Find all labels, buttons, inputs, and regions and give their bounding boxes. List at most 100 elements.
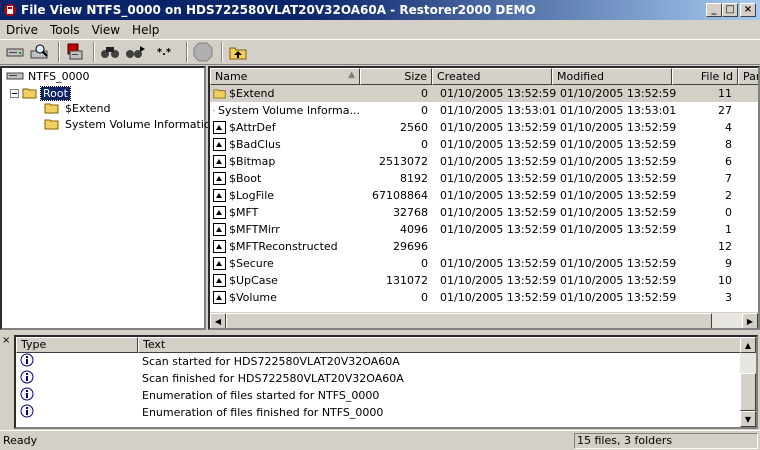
menu-help[interactable]: Help (126, 23, 165, 37)
log-column-text[interactable]: Text (138, 337, 744, 353)
horizontal-scrollbar[interactable]: ◀ ▶ (210, 312, 758, 328)
column-header-created[interactable]: Created (432, 68, 552, 85)
table-row[interactable]: $Boot 8192 01/10/2005 13:52:59 01/10/2005 1… (210, 170, 758, 187)
tree-item-extend[interactable]: $Extend (44, 100, 113, 116)
table-row[interactable]: $MFTReconstructed 29696 12 (210, 238, 758, 255)
menu-view[interactable]: View (86, 23, 126, 37)
log-header: Type Text (16, 337, 744, 353)
cell-modified: 01/10/2005 13:52:59 (560, 291, 677, 304)
find-button[interactable] (99, 41, 121, 63)
cell-size: 0 (421, 87, 428, 100)
cell-size: 32768 (393, 206, 428, 219)
column-header-size[interactable]: Size (360, 68, 432, 85)
minimize-button[interactable]: _ (706, 3, 722, 17)
log-row[interactable]: Scan started for HDS722580VLAT20V32OA60A (16, 353, 400, 370)
table-row[interactable]: System Volume Informa... 0 01/10/2005 13:5… (210, 102, 758, 119)
log-panel[interactable]: Type Text Scan started for HDS722580VLAT… (14, 335, 758, 429)
close-button[interactable]: × (740, 3, 756, 17)
cell-created: 01/10/2005 13:53:01 (440, 104, 557, 117)
log-type-cell (16, 370, 138, 387)
file-name: $Volume (229, 291, 277, 304)
search-drive-icon (30, 44, 48, 59)
cell-size: 0 (421, 257, 428, 270)
folder-icon (44, 103, 59, 114)
tree-drive-label: NTFS_0000 (28, 69, 90, 83)
scroll-right-button[interactable]: ▶ (742, 313, 758, 328)
cell-created: 01/10/2005 13:52:59 (440, 206, 557, 219)
cell-created: 01/10/2005 13:52:59 (440, 223, 557, 236)
table-row[interactable]: $BadClus 0 01/10/2005 13:52:59 01/10/2005 1… (210, 136, 758, 153)
cell-name: $LogFile (210, 189, 360, 202)
scroll-up-button[interactable]: ▲ (740, 337, 756, 353)
cell-name: System Volume Informa... (210, 104, 360, 117)
table-row[interactable]: $Bitmap 2513072 01/10/2005 13:52:59 01/10/2… (210, 153, 758, 170)
log-column-type[interactable]: Type (16, 337, 138, 353)
table-row[interactable]: $Volume 0 01/10/2005 13:52:59 01/10/2005 13… (210, 289, 758, 306)
scroll-left-button[interactable]: ◀ (210, 313, 226, 328)
maximize-button[interactable]: □ (722, 3, 738, 17)
log-row[interactable]: Enumeration of files started for NTFS_00… (16, 387, 379, 404)
log-type-cell (16, 353, 138, 370)
tree-root-node[interactable]: Root (10, 85, 71, 101)
file-list[interactable]: Name ▲ Size Created Modified File Id Par … (208, 66, 760, 330)
log-close-button[interactable]: × (2, 336, 12, 346)
pane-splitter[interactable] (0, 330, 760, 334)
table-row[interactable]: $MFTMirr 4096 01/10/2005 13:52:59 01/10/200… (210, 221, 758, 238)
title-bar: File View NTFS_0000 on HDS722580VLAT20V3… (0, 0, 760, 20)
log-panel-gripper (0, 335, 14, 429)
cell-size: 0 (421, 291, 428, 304)
system-file-icon (213, 189, 226, 202)
file-name: $Secure (229, 257, 274, 270)
column-header-file-id[interactable]: File Id (672, 68, 738, 85)
table-row[interactable]: $Extend 0 01/10/2005 13:52:59 01/10/2005 13… (210, 85, 758, 102)
table-row[interactable]: $AttrDef 2560 01/10/2005 13:52:59 01/10/200… (210, 119, 758, 136)
cell-name: $MFTMirr (210, 223, 360, 236)
find-next-button[interactable] (124, 41, 146, 63)
scroll-thumb[interactable] (740, 373, 756, 411)
table-row[interactable]: $Secure 0 01/10/2005 13:52:59 01/10/2005 13… (210, 255, 758, 272)
table-row[interactable]: $MFT 32768 01/10/2005 13:52:59 01/10/2005 1… (210, 204, 758, 221)
cell-modified: 01/10/2005 13:52:59 (560, 121, 677, 134)
drive-button[interactable] (4, 41, 26, 63)
cell-size: 67108864 (372, 189, 428, 202)
folder-tree[interactable]: NTFS_0000 Root $Extend System Volume Inf… (0, 66, 218, 330)
log-row[interactable]: Scan finished for HDS722580VLAT20V32OA60… (16, 370, 404, 387)
column-header-modified[interactable]: Modified (552, 68, 672, 85)
file-name: $MFTReconstructed (229, 240, 338, 253)
network-drive-icon (67, 43, 83, 60)
mask-button[interactable]: *.* (149, 41, 179, 63)
menu-tools[interactable]: Tools (44, 23, 86, 37)
up-folder-button[interactable] (227, 41, 249, 63)
mask-label: *.* (156, 46, 172, 58)
tree-drive-node[interactable]: NTFS_0000 (6, 68, 92, 84)
cell-modified: 01/10/2005 13:52:59 (560, 138, 677, 151)
scroll-thumb[interactable] (226, 313, 712, 328)
cell-file-id: 0 (725, 206, 732, 219)
collapse-icon[interactable] (10, 88, 19, 98)
scroll-down-button[interactable]: ▼ (740, 411, 756, 427)
log-type-cell (16, 404, 138, 421)
info-icon (20, 370, 34, 384)
menu-drive[interactable]: Drive (0, 23, 44, 37)
stop-button[interactable] (192, 41, 214, 63)
file-name: $AttrDef (229, 121, 276, 134)
tree-item-system-volume-information[interactable]: System Volume Information (44, 116, 220, 132)
sort-ascending-icon: ▲ (348, 70, 355, 80)
system-file-icon (213, 138, 226, 151)
column-header-name[interactable]: Name ▲ (210, 68, 360, 85)
cell-name: $Secure (210, 257, 360, 270)
search-drive-button[interactable] (29, 41, 51, 63)
list-header: Name ▲ Size Created Modified File Id Par (210, 68, 758, 85)
cell-size: 2513072 (379, 155, 428, 168)
column-header-parent[interactable]: Par (738, 68, 758, 85)
toolbar-separator (93, 42, 95, 62)
table-row[interactable]: $UpCase 131072 01/10/2005 13:52:59 01/10/20… (210, 272, 758, 289)
cell-modified: 01/10/2005 13:52:59 (560, 206, 677, 219)
table-row[interactable]: $LogFile 67108864 01/10/2005 13:52:59 01/10… (210, 187, 758, 204)
log-text: Enumeration of files finished for NTFS_0… (142, 406, 384, 419)
tree-item-label: System Volume Information (65, 117, 218, 131)
log-row[interactable]: Enumeration of files finished for NTFS_0… (16, 404, 383, 421)
vertical-scrollbar[interactable]: ▲ ▼ (740, 337, 756, 427)
cell-size: 29696 (393, 240, 428, 253)
network-drive-button[interactable] (64, 41, 86, 63)
